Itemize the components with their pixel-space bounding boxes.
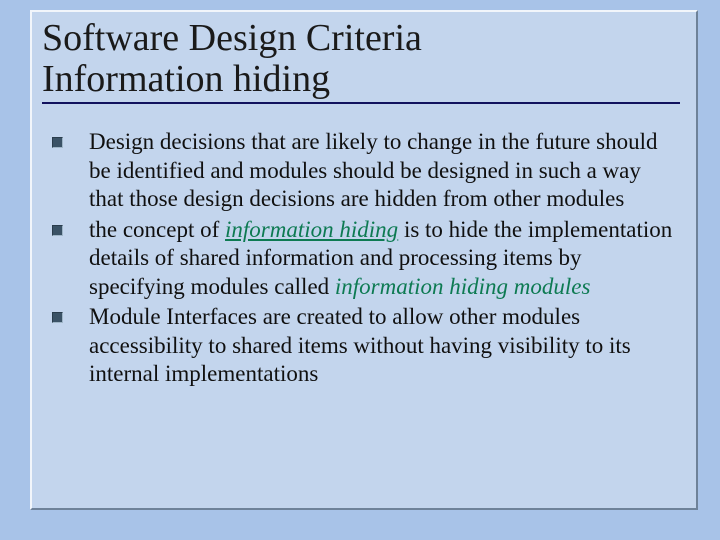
bullet-text: Module Interfaces are created to allow o… <box>89 303 680 389</box>
square-bullet-icon <box>52 225 63 236</box>
title-underline <box>42 102 680 104</box>
text-run: Module Interfaces are created to allow o… <box>89 304 631 386</box>
square-bullet-icon <box>52 312 63 323</box>
emphasis-term: information hiding <box>225 217 398 242</box>
text-run: Design decisions that are likely to chan… <box>89 129 657 211</box>
text-run: the concept of <box>89 217 225 242</box>
slide-title-line2: Information hiding <box>42 59 680 100</box>
list-item: Module Interfaces are created to allow o… <box>52 303 680 389</box>
list-item: the concept of information hiding is to … <box>52 216 680 302</box>
emphasis-term: information hiding modules <box>335 274 591 299</box>
slide-panel: Software Design Criteria Information hid… <box>30 10 698 510</box>
slide-title-line1: Software Design Criteria <box>42 18 680 59</box>
bullet-list: Design decisions that are likely to chan… <box>42 128 680 389</box>
bullet-text: the concept of information hiding is to … <box>89 216 680 302</box>
square-bullet-icon <box>52 137 63 148</box>
bullet-text: Design decisions that are likely to chan… <box>89 128 680 214</box>
list-item: Design decisions that are likely to chan… <box>52 128 680 214</box>
